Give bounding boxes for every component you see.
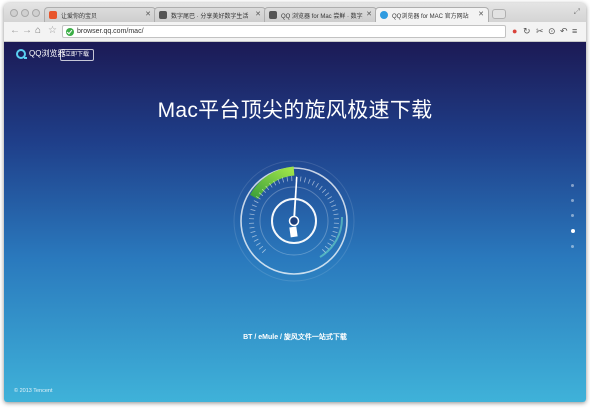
close-tab-icon[interactable]: ✕	[478, 10, 484, 18]
tab-favicon-icon	[269, 11, 277, 19]
gauge-tick	[299, 176, 302, 182]
page-dot-active[interactable]	[570, 229, 575, 233]
site-logo[interactable]: QQ浏览器	[16, 48, 65, 59]
home-icon[interactable]: ⌂	[35, 25, 41, 37]
tab-1[interactable]: 让爱你的宝贝 ✕	[44, 7, 156, 22]
gauge-tick	[322, 188, 327, 193]
refresh-icon[interactable]: ↻	[523, 25, 531, 37]
gauge-tick	[329, 238, 335, 242]
tab-title: QQ浏览器 for MAC 官方网站	[392, 13, 469, 20]
gauge-tick	[250, 208, 256, 212]
gauge-tick	[331, 204, 337, 208]
page-dot[interactable]	[571, 214, 574, 217]
gauge-tick	[251, 204, 257, 208]
new-tab-button[interactable]	[492, 9, 506, 19]
page-content: QQ浏览器 立即下载 Mac平台顶尖的旋风极速下载 BT / eMule / 旋…	[4, 42, 586, 402]
tab-3[interactable]: QQ 浏览器 for Mac 尝鲜 · 数字尾巴 大航天 · 数... ✕	[264, 7, 377, 22]
secure-lock-icon	[66, 28, 74, 36]
gauge-tick	[281, 177, 285, 183]
tab-title: 数字尾巴 · 分享美好数字生活	[171, 13, 249, 20]
gauge-tick	[324, 192, 330, 197]
gauge-tick	[250, 230, 256, 234]
gauge-tick	[331, 234, 337, 238]
page-headline: Mac平台顶尖的旋风极速下载	[157, 99, 433, 122]
tab-favicon-icon	[380, 11, 388, 19]
address-bar[interactable]: browser.qq.com/mac/	[62, 25, 506, 38]
copyright-footer: © 2013 Tencent	[14, 388, 53, 394]
gauge-tick	[324, 245, 330, 250]
tab-strip: 让爱你的宝贝 ✕ 数字尾巴 · 分享美好数字生活 ✕ QQ 浏览器 for Ma…	[4, 3, 586, 22]
page-dot[interactable]	[571, 199, 574, 202]
gauge-tick	[256, 242, 261, 246]
minimize-window-button[interactable]	[21, 9, 29, 17]
gauge-tick	[332, 230, 338, 234]
tab-4-active[interactable]: QQ浏览器 for MAC 官方网站 ✕	[375, 7, 489, 22]
gauge-tick	[327, 196, 332, 200]
gauge-tick	[332, 208, 338, 212]
menu-icon[interactable]: ≡	[572, 25, 577, 37]
speed-gauge-graphic	[233, 160, 355, 282]
tab-favicon-icon	[159, 11, 167, 19]
back-arrow-icon[interactable]: ←	[10, 25, 20, 37]
download-icon[interactable]: ⊙	[548, 25, 556, 37]
gauge-tick	[329, 200, 335, 204]
fullscreen-icon[interactable]: ⤢	[574, 7, 580, 17]
cut-icon[interactable]: ✂	[536, 25, 544, 37]
gauge-tick	[249, 213, 255, 216]
close-tab-icon[interactable]: ✕	[255, 10, 261, 18]
tab-title: QQ 浏览器 for Mac 尝鲜 · 数字尾巴 大航天 · 数...	[281, 13, 363, 20]
qq-browser-logo-icon	[16, 48, 27, 59]
gauge-tick	[253, 200, 259, 204]
toolbar: ← → ⌂ ☆ browser.qq.com/mac/ ● ↻ ✂ ⊙ ↶ ≡	[4, 22, 586, 42]
adblock-icon[interactable]: ●	[512, 25, 517, 37]
address-text: browser.qq.com/mac/	[77, 28, 144, 35]
tab-favicon-icon	[49, 11, 57, 19]
close-window-button[interactable]	[10, 9, 18, 17]
bookmark-star-icon[interactable]: ☆	[48, 25, 57, 37]
gauge-tick	[333, 226, 339, 229]
close-tab-icon[interactable]: ✕	[366, 10, 372, 18]
zoom-window-button[interactable]	[32, 9, 40, 17]
gauge-tick	[249, 226, 255, 229]
forward-arrow-icon[interactable]: →	[22, 25, 32, 37]
gauge-tick	[307, 178, 311, 184]
gauge-tick	[251, 234, 257, 238]
browser-window: 让爱你的宝贝 ✕ 数字尾巴 · 分享美好数字生活 ✕ QQ 浏览器 for Ma…	[4, 3, 586, 402]
page-dot[interactable]	[571, 245, 574, 248]
page-dot[interactable]	[571, 184, 574, 187]
tab-2[interactable]: 数字尾巴 · 分享美好数字生活 ✕	[154, 7, 266, 22]
gauge-tick	[277, 178, 281, 184]
gauge-tick	[303, 177, 307, 183]
gauge-tick	[315, 183, 319, 188]
gauge-tick	[261, 249, 266, 254]
gauge-tick	[286, 176, 289, 182]
gauge-tick	[253, 238, 259, 242]
gauge-tick	[258, 245, 264, 250]
close-tab-icon[interactable]: ✕	[145, 10, 151, 18]
gauge-tick	[327, 242, 332, 246]
undo-icon[interactable]: ↶	[560, 25, 568, 37]
gauge-tick	[333, 213, 339, 216]
gauge-tick	[311, 180, 315, 186]
tab-title: 让爱你的宝贝	[61, 13, 98, 20]
feature-subline: BT / eMule / 旋风文件一站式下载	[243, 334, 347, 341]
header-download-button[interactable]: 立即下载	[60, 49, 95, 61]
gauge-tick	[318, 185, 323, 191]
